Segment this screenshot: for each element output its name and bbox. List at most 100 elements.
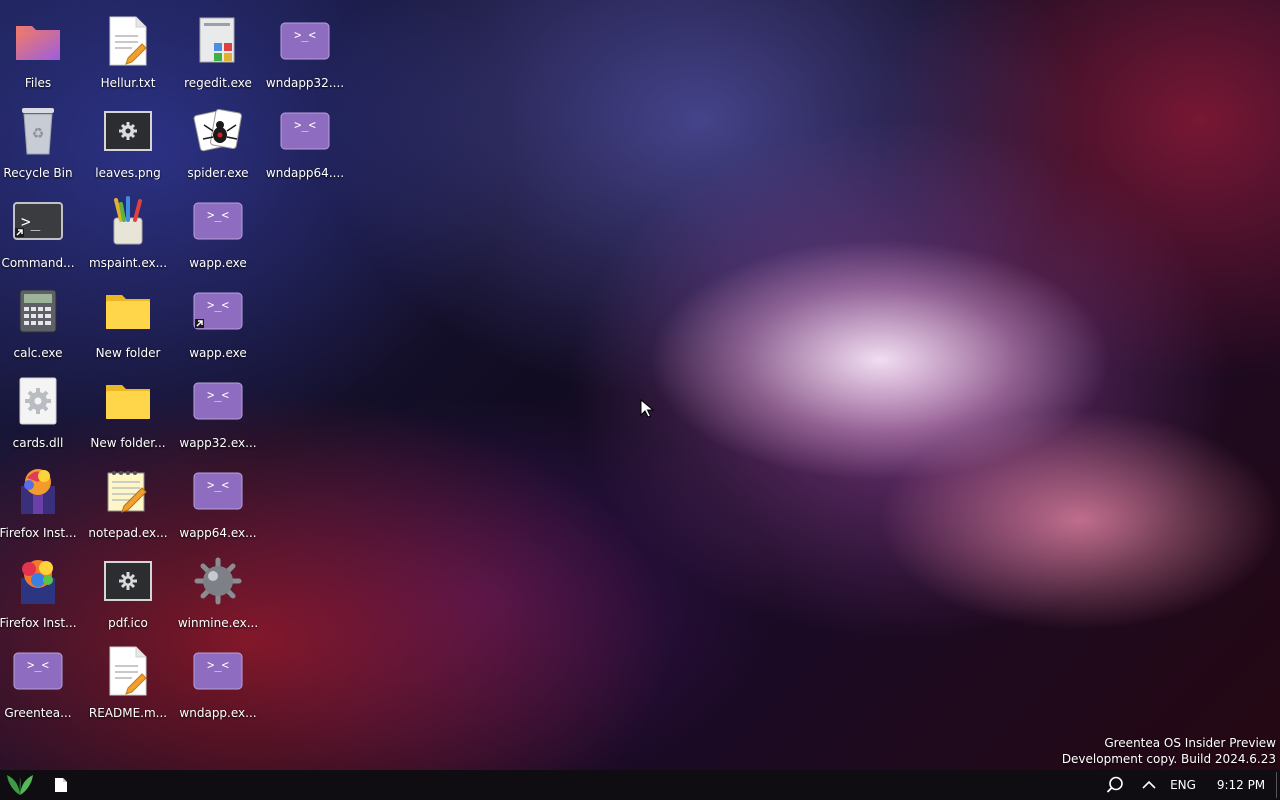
desktop-icon-readme[interactable]: README.m...: [86, 638, 170, 724]
svg-text:>_<: >_<: [207, 208, 229, 222]
app-window-icon: >_<: [278, 14, 332, 68]
search-button[interactable]: [1098, 770, 1132, 800]
desktop-icon-wapp-shortcut[interactable]: >_< wapp.exe: [176, 278, 260, 364]
spider-solitaire-icon: [191, 104, 245, 158]
minesweeper-icon: [191, 554, 245, 608]
icon-label: wndapp.ex...: [179, 706, 257, 720]
notepad-icon: [101, 464, 155, 518]
icon-label: pdf.ico: [108, 616, 148, 630]
dll-gear-icon: [11, 374, 65, 428]
firefox-installer-icon: [11, 464, 65, 518]
svg-text:>_<: >_<: [207, 478, 229, 492]
desktop-icon-firefox-installer-2[interactable]: Firefox Inst...: [0, 548, 80, 634]
image-file-icon: [101, 554, 155, 608]
desktop-icon-regedit[interactable]: regedit.exe: [176, 8, 260, 94]
command-prompt-icon: >_: [11, 194, 65, 248]
desktop-icon-recycle-bin[interactable]: ♻ Recycle Bin: [0, 98, 80, 184]
firefox-installer-icon: [11, 554, 65, 608]
desktop-icon-wapp64[interactable]: >_< wapp64.ex...: [176, 458, 260, 544]
icon-label: Firefox Inst...: [0, 526, 77, 540]
image-file-icon: [101, 104, 155, 158]
svg-text:♻: ♻: [32, 126, 45, 142]
registry-editor-icon: [191, 14, 245, 68]
folder-icon: [101, 284, 155, 338]
chevron-up-icon: [1142, 780, 1156, 789]
taskbar-file-button[interactable]: [40, 770, 82, 800]
app-window-icon: >_<: [191, 644, 245, 698]
show-desktop-button[interactable]: [1276, 772, 1280, 798]
start-button[interactable]: [0, 770, 40, 800]
icon-label: regedit.exe: [184, 76, 252, 90]
mouse-cursor-icon: [640, 399, 654, 418]
svg-text:>_<: >_<: [207, 388, 229, 402]
desktop-icon-command-prompt[interactable]: >_ Command...: [0, 188, 80, 274]
icon-label: Hellur.txt: [100, 76, 156, 90]
desktop-icon-spider[interactable]: spider.exe: [176, 98, 260, 184]
app-window-icon: >_<: [191, 374, 245, 428]
desktop-icon-hellur-txt[interactable]: Hellur.txt: [86, 8, 170, 94]
icon-label: wapp.exe: [189, 256, 247, 270]
svg-text:>_<: >_<: [207, 658, 229, 672]
build-watermark: Greentea OS Insider Preview Development …: [1062, 735, 1276, 767]
desktop-icon-calc[interactable]: calc.exe: [0, 278, 80, 364]
desktop-icon-new-folder-2[interactable]: New folder...: [86, 368, 170, 454]
icon-label: Recycle Bin: [3, 166, 73, 180]
icon-label: cards.dll: [12, 436, 64, 450]
desktop-icon-files[interactable]: Files: [0, 8, 80, 94]
icon-label: wndapp32....: [265, 76, 345, 90]
desktop-icon-mspaint[interactable]: mspaint.ex...: [86, 188, 170, 274]
desktop[interactable]: Files ♻ Recycle Bin >_ Command... calc.e…: [0, 0, 1280, 770]
text-file-icon: [101, 644, 155, 698]
app-window-icon: >_<: [191, 464, 245, 518]
icon-label: Greentea...: [4, 706, 72, 720]
icon-label: winmine.ex...: [177, 616, 259, 630]
desktop-icon-wndapp[interactable]: >_< wndapp.ex...: [176, 638, 260, 724]
leaf-logo-icon: [7, 775, 33, 795]
desktop-icon-winmine[interactable]: winmine.ex...: [176, 548, 260, 634]
file-icon: [55, 778, 67, 792]
icon-label: spider.exe: [187, 166, 249, 180]
icon-label: calc.exe: [13, 346, 63, 360]
icon-label: mspaint.ex...: [88, 256, 168, 270]
desktop-icon-wapp32[interactable]: >_< wapp32.ex...: [176, 368, 260, 454]
desktop-icon-wapp[interactable]: >_< wapp.exe: [176, 188, 260, 274]
system-tray: ENG 9:12 PM: [1098, 770, 1280, 800]
desktop-icon-firefox-installer-1[interactable]: Firefox Inst...: [0, 458, 80, 544]
files-folder-icon: [11, 14, 65, 68]
desktop-icon-pdf-ico[interactable]: pdf.ico: [86, 548, 170, 634]
desktop-icon-wndapp32[interactable]: >_< wndapp32....: [263, 8, 347, 94]
icon-label: wndapp64....: [265, 166, 345, 180]
desktop-icon-greentea[interactable]: >_< Greentea...: [0, 638, 80, 724]
app-window-icon: >_<: [278, 104, 332, 158]
svg-text:>_<: >_<: [294, 28, 316, 42]
paint-icon: [101, 194, 155, 248]
desktop-icon-wndapp64[interactable]: >_< wndapp64....: [263, 98, 347, 184]
calculator-icon: [11, 284, 65, 338]
search-icon: [1106, 776, 1123, 793]
icon-label: Files: [24, 76, 52, 90]
icon-label: Firefox Inst...: [0, 616, 77, 630]
app-window-icon: >_<: [11, 644, 65, 698]
icon-label: wapp64.ex...: [179, 526, 257, 540]
desktop-icon-leaves-png[interactable]: leaves.png: [86, 98, 170, 184]
clock[interactable]: 9:12 PM: [1206, 770, 1276, 800]
icon-label: New folder: [95, 346, 161, 360]
desktop-icon-new-folder[interactable]: New folder: [86, 278, 170, 364]
desktop-icon-cards-dll[interactable]: cards.dll: [0, 368, 80, 454]
app-window-icon: >_<: [191, 194, 245, 248]
icon-label: wapp32.ex...: [179, 436, 257, 450]
taskbar: ENG 9:12 PM: [0, 770, 1280, 800]
svg-text:>_<: >_<: [27, 658, 49, 672]
recycle-bin-icon: ♻: [11, 104, 65, 158]
icon-label: Command...: [1, 256, 75, 270]
icon-label: notepad.ex...: [88, 526, 168, 540]
desktop-icon-notepad[interactable]: notepad.ex...: [86, 458, 170, 544]
icon-label: leaves.png: [95, 166, 161, 180]
icon-label: README.m...: [88, 706, 168, 720]
language-indicator[interactable]: ENG: [1166, 770, 1200, 800]
watermark-line-2: Development copy. Build 2024.6.23: [1061, 752, 1276, 766]
icon-label: wapp.exe: [189, 346, 247, 360]
tray-overflow-button[interactable]: [1132, 770, 1166, 800]
watermark-line-1: Greentea OS Insider Preview: [1104, 736, 1276, 750]
svg-text:>_<: >_<: [207, 298, 229, 312]
